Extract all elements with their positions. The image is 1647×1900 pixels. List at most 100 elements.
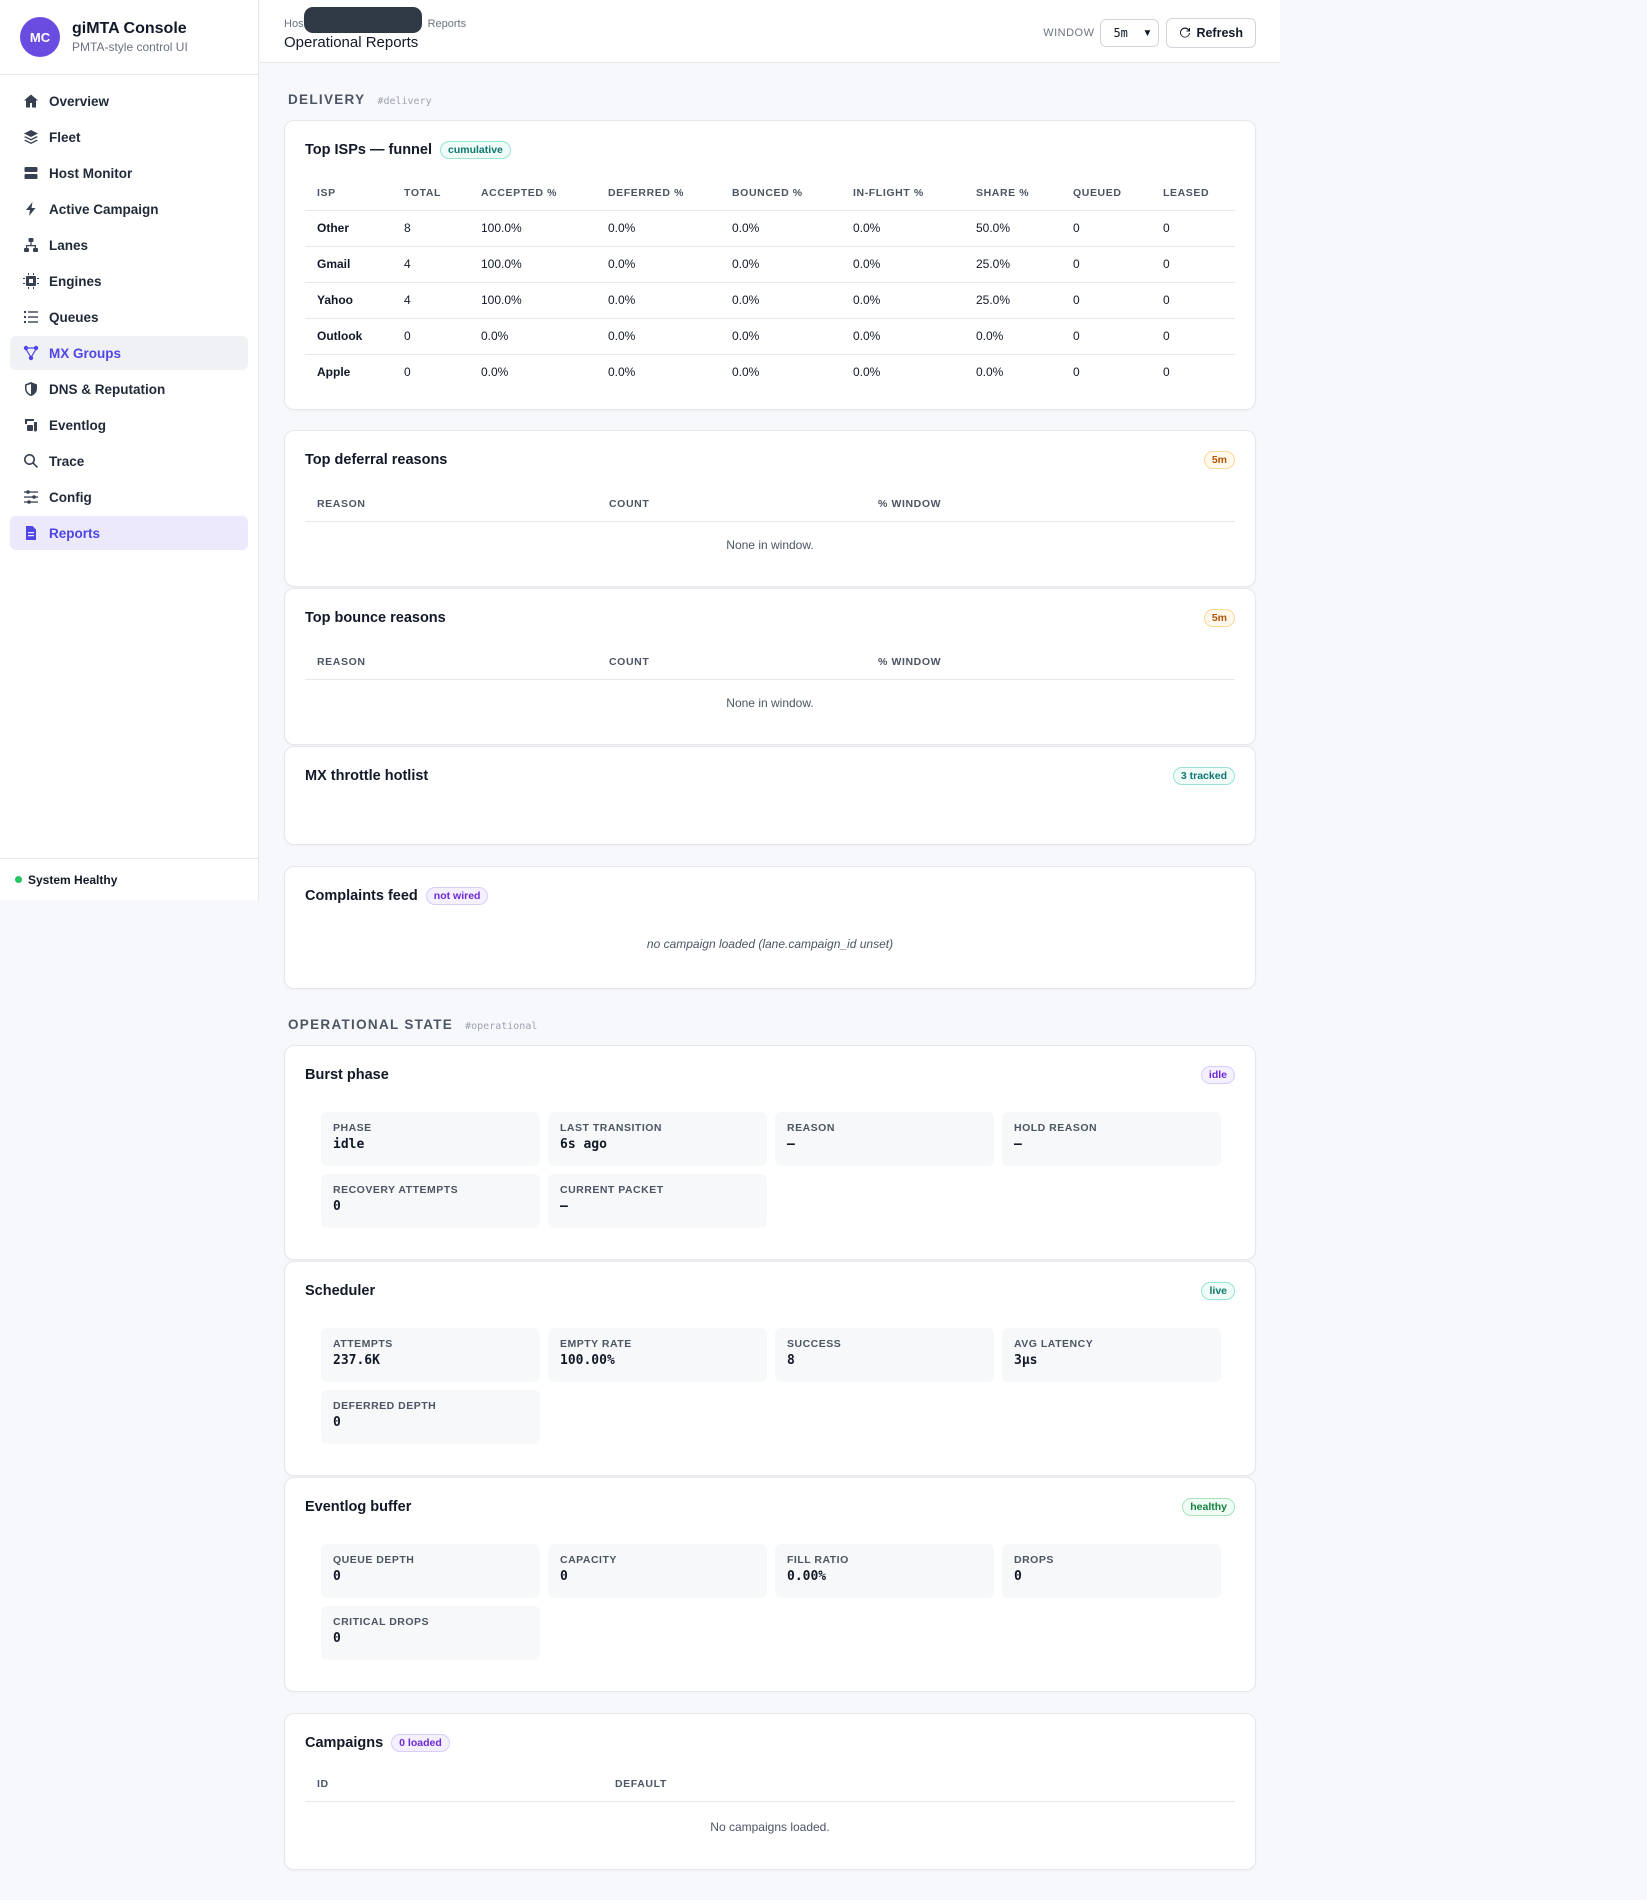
- section-title: DELIVERY: [288, 92, 366, 107]
- stat-value: 0.00%: [787, 1569, 827, 1584]
- sidebar-item-eventlog[interactable]: Eventlog: [10, 408, 248, 442]
- table-cell: 50.0%: [964, 210, 1061, 247]
- table-cell: 4: [392, 282, 469, 319]
- stat-value: 0: [333, 1631, 341, 1646]
- stat-value: 237.6K: [333, 1353, 380, 1368]
- table-cell: 0.0%: [720, 246, 841, 283]
- shield-icon: [25, 382, 37, 396]
- table-cell: 4: [392, 246, 469, 283]
- stat-success: SUCCESS 8: [775, 1328, 994, 1382]
- stat-label: RECOVERY ATTEMPTS: [333, 1184, 459, 1196]
- table-cell: 0.0%: [841, 282, 964, 319]
- refresh-button[interactable]: Refresh: [1166, 18, 1256, 48]
- column-header[interactable]: IN-FLIGHT %: [841, 176, 964, 211]
- sidebar-item-reports[interactable]: Reports: [10, 516, 248, 550]
- table-cell: 0.0%: [596, 282, 720, 319]
- column-header[interactable]: QUEUED: [1061, 176, 1151, 211]
- stat-value: idle: [333, 1137, 365, 1152]
- table-cell: 0: [392, 318, 469, 355]
- column-header[interactable]: % WINDOW: [866, 645, 1235, 680]
- sidebar-item-overview[interactable]: Overview: [10, 84, 248, 118]
- table-cell: Apple: [317, 365, 351, 380]
- sidebar-item-queues[interactable]: Queues: [10, 300, 248, 334]
- column-header[interactable]: REASON: [305, 645, 597, 680]
- avatar: MC: [20, 17, 60, 57]
- section-anchor[interactable]: #operational: [465, 1021, 537, 1032]
- stat-last-transition: LAST TRANSITION 6s ago: [548, 1112, 767, 1166]
- sidebar-item-engines[interactable]: Engines: [10, 264, 248, 298]
- stat-value: 0: [1014, 1569, 1022, 1584]
- table-cell: 0: [1151, 318, 1235, 355]
- sidebar-item-mx-groups[interactable]: MX Groups: [10, 336, 248, 370]
- table-cell: Yahoo: [305, 282, 392, 319]
- column-header[interactable]: TOTAL: [392, 176, 469, 211]
- column-header[interactable]: % WINDOW: [866, 487, 1235, 522]
- stat-avg-latency: AVG LATENCY 3µs: [1002, 1328, 1221, 1382]
- sidebar-item-trace[interactable]: Trace: [10, 444, 248, 478]
- table-cell: 0.0%: [720, 210, 841, 247]
- sidebar-item-dns-reputation[interactable]: DNS & Reputation: [10, 372, 248, 406]
- stat-grid: ATTEMPTS 237.6K EMPTY RATE 100.00% SUCCESS…: [321, 1328, 1221, 1444]
- card-deferral-reasons: Top deferral reasons 5m REASON COUNT % W…: [284, 430, 1256, 587]
- column-header[interactable]: DEFERRED %: [596, 176, 720, 211]
- stat-value: —: [560, 1199, 568, 1214]
- brand[interactable]: MC giMTA Console PMTA-style control UI: [0, 0, 258, 75]
- sidebar-item-host-monitor[interactable]: Host Monitor: [10, 156, 248, 190]
- table-row: Outlook 0 0.0% 0.0% 0.0% 0.0% 0.0% 0 0: [305, 318, 1235, 355]
- isp-funnel-table: ISP TOTAL ACCEPTED % DEFERRED % BOUNCED …: [305, 176, 1235, 390]
- column-header[interactable]: ACCEPTED %: [469, 176, 596, 211]
- stat-value: —: [787, 1137, 795, 1152]
- empty-state: No campaigns loaded.: [710, 1820, 830, 1834]
- stat-label: PHASE: [333, 1122, 372, 1134]
- card-title: Top bounce reasons: [305, 610, 446, 626]
- breadcrumb-first[interactable]: Hos: [284, 18, 304, 30]
- table-cell: Other: [305, 210, 392, 247]
- section-anchor[interactable]: #delivery: [377, 96, 431, 107]
- sidebar-item-active-campaign[interactable]: Active Campaign: [10, 192, 248, 226]
- status-badge: 5m: [1203, 609, 1235, 627]
- column-header[interactable]: DEFAULT: [603, 1767, 1235, 1802]
- sidebar-item-label: DNS & Reputation: [49, 381, 166, 397]
- table-cell: 0: [1061, 318, 1151, 355]
- sidebar-item-lanes[interactable]: Lanes: [10, 228, 248, 262]
- empty-state: None in window.: [726, 696, 814, 710]
- table-cell: 0.0%: [596, 210, 720, 247]
- chevron-down-icon: ▼: [1142, 27, 1153, 39]
- sidebar-item-label: Lanes: [49, 237, 89, 253]
- stat-attempts: ATTEMPTS 237.6K: [321, 1328, 540, 1382]
- card-title: Campaigns: [305, 1735, 384, 1751]
- sidebar-item-config[interactable]: Config: [10, 480, 248, 514]
- table-cell: 25.0%: [964, 282, 1061, 319]
- app-title: giMTA Console: [72, 20, 187, 37]
- column-header[interactable]: LEASED: [1151, 176, 1235, 211]
- status-badge: not wired: [425, 887, 489, 905]
- table-cell: 100.0%: [469, 210, 596, 247]
- breadcrumb-current: Reports: [427, 18, 467, 30]
- window-select[interactable]: 5m ▼: [1100, 19, 1160, 47]
- column-header[interactable]: COUNT: [597, 645, 866, 680]
- stat-label: CRITICAL DROPS: [333, 1616, 430, 1628]
- sidebar-item-label: Reports: [49, 525, 101, 541]
- column-header[interactable]: ISP: [305, 176, 392, 211]
- card-title: Top deferral reasons: [305, 452, 448, 468]
- stat-label: CAPACITY: [560, 1554, 617, 1566]
- stat-capacity: CAPACITY 0: [548, 1544, 767, 1598]
- column-header[interactable]: REASON: [305, 487, 597, 522]
- column-header[interactable]: BOUNCED %: [720, 176, 841, 211]
- card-scheduler: Scheduler live ATTEMPTS 237.6K EMPTY RATE…: [284, 1261, 1256, 1476]
- column-header[interactable]: SHARE %: [964, 176, 1061, 211]
- layers-icon: [24, 130, 38, 144]
- server-icon: [24, 167, 38, 179]
- card-mx-hotlist: MX throttle hotlist 3 tracked: [284, 746, 1256, 845]
- sidebar-item-label: Queues: [49, 309, 99, 325]
- sidebar-item-fleet[interactable]: Fleet: [10, 120, 248, 154]
- sidebar-item-label: Trace: [49, 453, 85, 469]
- sidebar-item-label: Overview: [49, 93, 110, 109]
- column-header[interactable]: ID: [305, 1767, 603, 1802]
- sidebar-item-label: Fleet: [49, 129, 81, 145]
- stat-deferred-depth: DEFERRED DEPTH 0: [321, 1390, 540, 1444]
- column-header[interactable]: COUNT: [597, 487, 866, 522]
- stat-hold-reason: HOLD REASON —: [1002, 1112, 1221, 1166]
- status-badge: healthy: [1182, 1498, 1235, 1516]
- bounce-table: REASON COUNT % WINDOW: [305, 645, 1235, 680]
